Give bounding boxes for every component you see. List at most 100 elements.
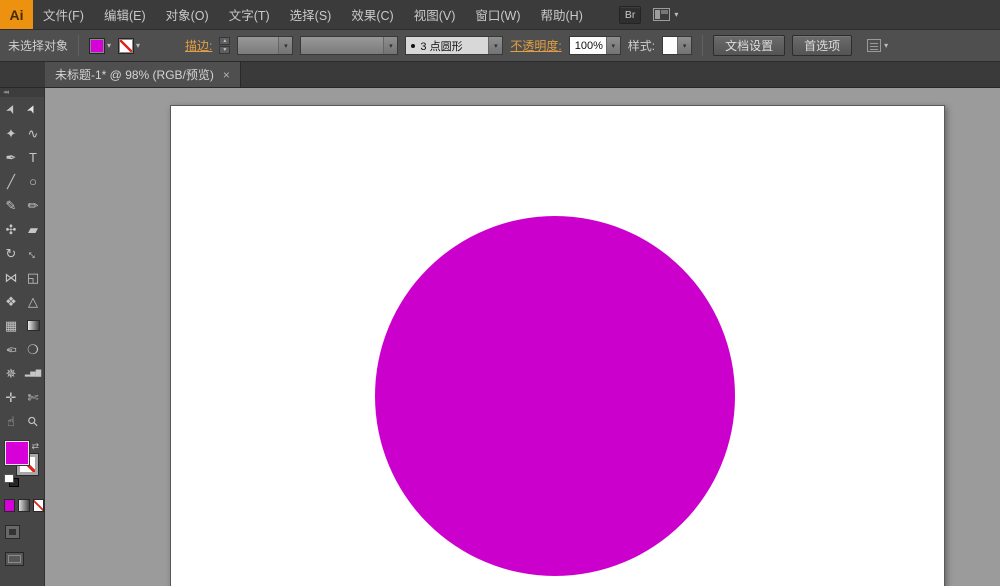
appearance-buttons [4,499,44,512]
tools-panel-collapse-icon[interactable]: ◂◂ [0,88,44,97]
opacity-label[interactable]: 不透明度: [510,37,561,54]
pen-tool[interactable]: ✒ [0,145,22,169]
chevron-down-icon[interactable]: ▾ [677,37,692,54]
menu-view[interactable]: 视图(V) [404,0,466,29]
preferences-button[interactable]: 首选项 [792,35,853,56]
blob-brush-tool[interactable]: ✣ [0,217,22,241]
lasso-tool[interactable]: ∿ [22,121,44,145]
separator [78,35,80,56]
blend-icon: ❍ [27,341,39,357]
stroke-weight-stepper[interactable]: ▲ ▼ [219,37,231,54]
eraser-icon: ▰ [28,221,38,237]
lasso-icon: ∿ [27,125,39,141]
control-bar: 未选择对象 ▾ ▾ 描边: ▲ ▼ ▾ ▾ 3 点圆形 ▾ 不透明度: 100%… [0,30,1000,62]
screen-mode-button[interactable] [5,552,24,566]
main-area: ◂◂ ➤ ➤ ✦ ∿ ✒ T ╱ ○ ✎ ✏ ✣ ▰ ↻ ↔ ⋈ ◱ ❖ △ ▦… [0,88,1000,586]
panel-menu-icon [867,39,882,52]
tools-grid: ➤ ➤ ✦ ∿ ✒ T ╱ ○ ✎ ✏ ✣ ▰ ↻ ↔ ⋈ ◱ ❖ △ ▦ ✑ … [0,97,44,433]
chevron-down-icon[interactable]: ▾ [383,37,398,54]
column-graph-tool[interactable]: ▂▅▇ [22,361,44,385]
workspace-switcher[interactable]: ▾ [653,8,678,21]
menu-help[interactable]: 帮助(H) [531,0,593,29]
symbol-sprayer-icon: ✵ [5,365,17,381]
menu-window[interactable]: 窗口(W) [465,0,530,29]
ellipse-tool[interactable]: ○ [22,169,44,193]
canvas-pasteboard[interactable] [45,88,1000,586]
fill-color-swatch[interactable] [89,37,106,54]
scale-tool[interactable]: ↔ [22,241,44,265]
none-button[interactable] [32,499,44,512]
gradient-icon [26,319,40,331]
rotate-tool[interactable]: ↻ [0,241,22,265]
opacity-value: 100% [574,39,603,52]
drawing-mode-button[interactable] [5,525,20,539]
line-segment-icon: ╱ [7,173,15,189]
eraser-tool[interactable]: ▰ [22,217,44,241]
brush-definition-combo[interactable]: 3 点圆形 ▾ [405,36,504,55]
stroke-weight-combo[interactable]: ▾ [237,36,294,55]
free-transform-tool[interactable]: ◱ [22,265,44,289]
width-tool[interactable]: ⋈ [0,265,22,289]
menu-type[interactable]: 文字(T) [219,0,280,29]
document-setup-button[interactable]: 文档设置 [713,35,786,56]
perspective-grid-tool[interactable]: △ [22,289,44,313]
menu-object[interactable]: 对象(O) [156,0,219,29]
fill-dropdown-icon[interactable]: ▾ [107,41,111,50]
artboard-tool[interactable]: ✛ [0,385,22,409]
stepper-down-icon[interactable]: ▼ [219,46,231,54]
default-fill-stroke-icon[interactable] [4,474,19,487]
chevron-down-icon[interactable]: ▾ [278,37,293,54]
stroke-dropdown-icon[interactable]: ▾ [136,41,140,50]
selection-arrow-icon: ➤ [2,101,20,117]
eyedropper-tool[interactable]: ✑ [0,337,22,361]
stroke-none-swatch[interactable] [118,37,135,54]
menu-file[interactable]: 文件(F) [33,0,94,29]
close-icon[interactable]: × [223,68,230,82]
brush-definition-value: 3 点圆形 [420,40,463,53]
gradient-button[interactable] [18,499,30,512]
free-transform-icon: ◱ [26,269,40,285]
stroke-color-control[interactable]: ▾ [118,37,140,54]
hand-tool[interactable]: ☝ [0,409,22,433]
chevron-down-icon[interactable]: ▾ [605,37,620,54]
menu-edit[interactable]: 编辑(E) [94,0,156,29]
type-tool[interactable]: T [22,145,44,169]
drawn-magenta-circle[interactable] [375,216,735,576]
menu-effect[interactable]: 效果(C) [341,0,403,29]
symbol-sprayer-tool[interactable]: ✵ [0,361,22,385]
pencil-tool[interactable]: ✏ [22,193,44,217]
shape-builder-tool[interactable]: ❖ [0,289,22,313]
line-segment-tool[interactable]: ╱ [0,169,22,193]
selection-status: 未选择对象 [8,39,69,53]
magic-wand-tool[interactable]: ✦ [0,121,22,145]
direct-selection-arrow-icon: ➤ [25,102,40,116]
blend-tool[interactable]: ❍ [22,337,44,361]
stepper-up-icon[interactable]: ▲ [219,37,231,45]
pencil-icon: ✏ [27,197,39,213]
style-combo[interactable]: ▾ [662,36,693,55]
control-panel-menu-button[interactable]: ▾ [867,39,888,52]
paintbrush-tool[interactable]: ✎ [0,193,22,217]
menu-bar: Ai 文件(F) 编辑(E) 对象(O) 文字(T) 选择(S) 效果(C) 视… [0,0,1000,30]
menu-select[interactable]: 选择(S) [280,0,342,29]
selection-tool[interactable]: ➤ [0,97,22,121]
document-tab[interactable]: 未标题-1* @ 98% (RGB/预览) × [45,62,241,87]
fill-color-control[interactable]: ▾ [89,37,111,54]
hand-icon: ☝ [7,413,15,429]
bridge-button[interactable]: Br [618,5,642,24]
color-button[interactable] [4,499,16,512]
chevron-down-icon[interactable]: ▾ [488,37,503,54]
direct-selection-tool[interactable]: ➤ [22,97,44,121]
separator [702,35,704,56]
zoom-tool[interactable]: ⚲ [22,409,44,433]
width-profile-combo[interactable]: ▾ [300,36,399,55]
illustrator-logo: Ai [0,0,33,29]
slice-tool[interactable]: ✄ [22,385,44,409]
gradient-tool[interactable] [22,313,44,337]
mesh-tool[interactable]: ▦ [0,313,22,337]
swap-fill-stroke-icon[interactable]: ⇄ [31,441,39,452]
opacity-combo[interactable]: 100% ▾ [568,36,621,55]
shape-builder-icon: ❖ [5,293,17,309]
stroke-weight-label[interactable]: 描边: [185,37,212,54]
fill-swatch[interactable] [6,442,28,464]
